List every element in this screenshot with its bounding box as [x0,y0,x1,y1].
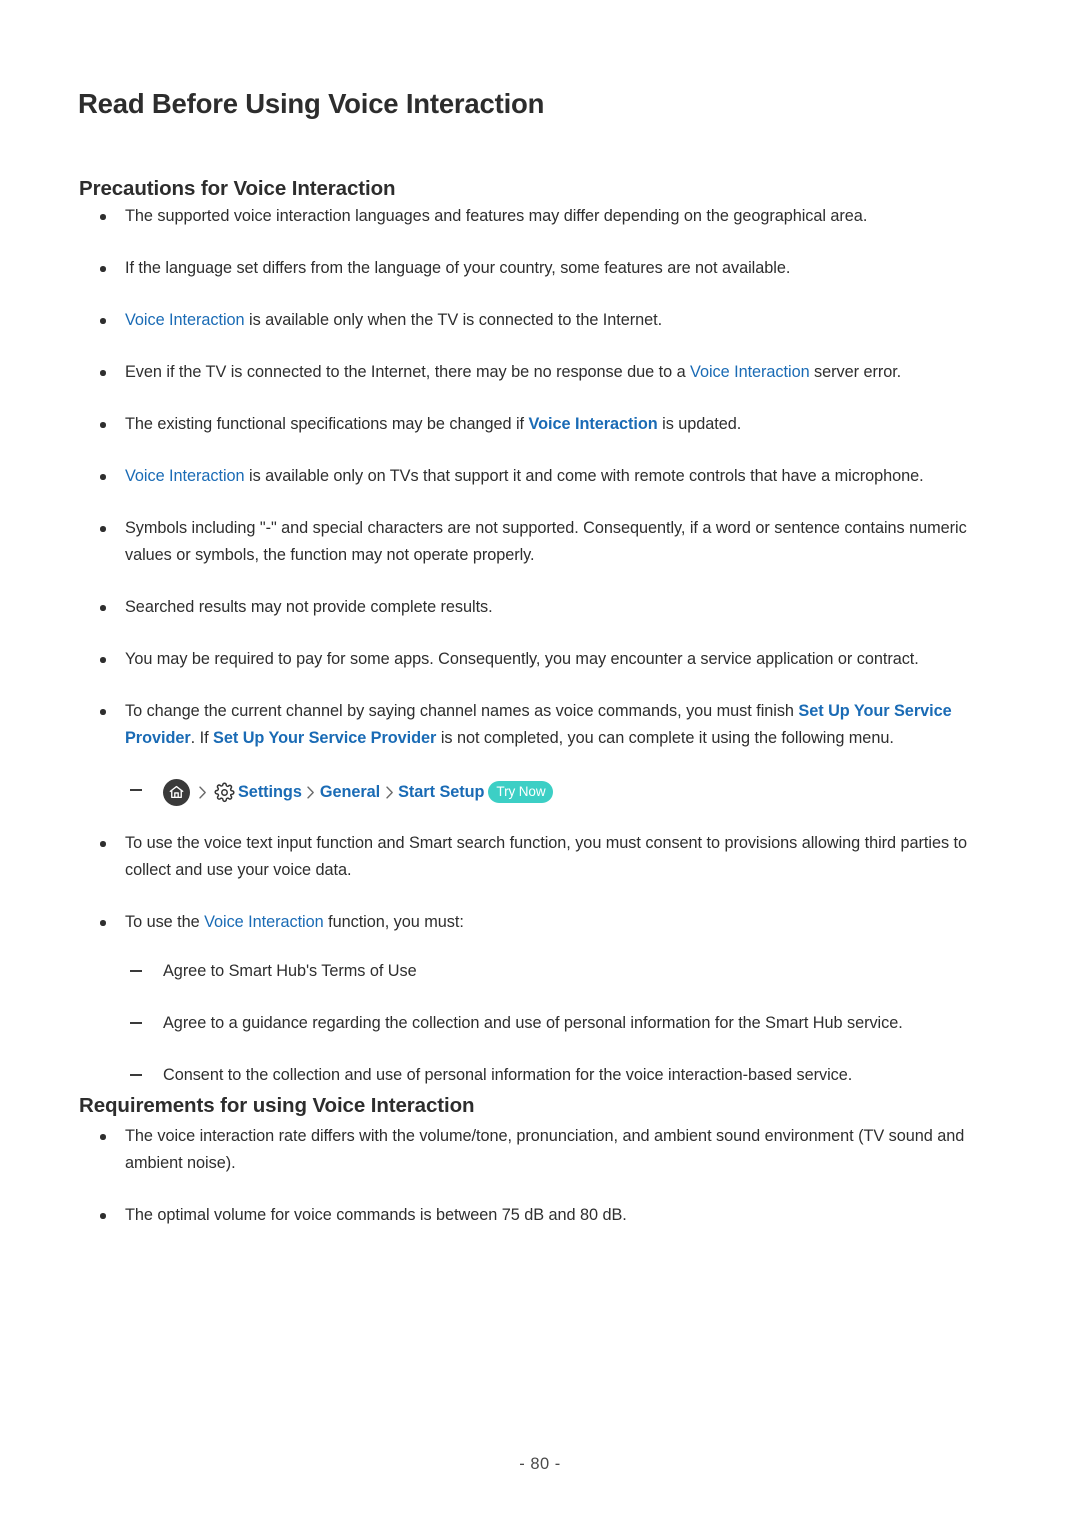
sub-item-text: Consent to the collection and use of per… [163,1066,853,1084]
list-item-text: The supported voice interaction language… [125,207,868,225]
try-now-badge[interactable]: Try Now [488,781,554,803]
gear-icon[interactable] [213,781,235,803]
list-item: To use the Voice Interaction function, y… [78,909,994,936]
section-heading-requirements: Requirements for using Voice Interaction [79,1094,475,1117]
bullet-dot-icon [100,841,106,847]
bullet-dot-icon [100,474,106,480]
section-heading-precautions: Precautions for Voice Interaction [79,177,396,200]
list-item-text: If the language set differs from the lan… [125,259,791,277]
list-item: The voice interaction rate differs with … [78,1123,994,1177]
list-item: Searched results may not provide complet… [78,594,994,621]
voice-interaction-link[interactable]: Voice Interaction [204,913,324,931]
bullet-dot-icon [100,370,106,376]
list-item-text: Symbols including "-" and special charac… [125,519,967,564]
list-item: Consent to the collection and use of per… [78,1062,994,1089]
sub-item-text: Agree to a guidance regarding the collec… [163,1014,903,1032]
chevron-right-icon [193,781,211,803]
list-item: The optimal volume for voice commands is… [78,1202,994,1229]
list-item-text: You may be required to pay for some apps… [125,650,919,668]
list-item: Even if the TV is connected to the Inter… [78,359,994,386]
chevron-right-icon [380,781,398,803]
chevron-right-icon [302,781,320,803]
bullet-dot-icon [100,605,106,611]
list-item-text: server error. [809,363,902,381]
list-item: If the language set differs from the lan… [78,255,994,282]
list-item-text: The existing functional specifications m… [125,415,529,433]
precautions-bullet-list: The supported voice interaction language… [78,203,994,1089]
list-item-text: The optimal volume for voice commands is… [125,1206,627,1224]
list-item: The supported voice interaction language… [78,203,994,230]
bullet-dot-icon [100,709,106,715]
list-item: Symbols including "-" and special charac… [78,515,994,569]
list-item: To use the voice text input function and… [78,830,994,884]
list-item-text: is available only when the TV is connect… [244,311,663,329]
list-item: You may be required to pay for some apps… [78,646,994,673]
sub-item-text: Agree to Smart Hub's Terms of Use [163,962,417,980]
list-item-text: Even if the TV is connected to the Inter… [125,363,691,381]
bullet-dot-icon [100,920,106,926]
document-page: Read Before Using Voice Interaction Prec… [0,0,1080,1527]
requirements-bullet-list: The voice interaction rate differs with … [78,1123,994,1229]
list-item-text: . If [190,729,214,747]
list-item-text: To use the voice text input function and… [125,834,967,879]
menu-item-settings[interactable]: Settings [238,777,302,807]
dash-marker-icon [130,789,142,791]
list-item-text: is available only on TVs that support it… [244,467,924,485]
list-item-text: Searched results may not provide complet… [125,598,493,616]
list-item-text: To change the current channel by saying … [125,702,799,720]
set-up-service-provider-link[interactable]: Set Up Your Service Provider [213,729,436,747]
menu-item-general[interactable]: General [320,777,380,807]
bullet-dot-icon [100,318,106,324]
bullet-dot-icon [100,422,106,428]
dash-marker-icon [130,1074,142,1076]
voice-interaction-link[interactable]: Voice Interaction [690,363,810,381]
menu-path-breadcrumb: Settings General Start Setup Try Now [78,777,994,807]
list-item-text: is not completed, you can complete it us… [436,729,894,747]
dash-marker-icon [130,970,142,972]
voice-interaction-link[interactable]: Voice Interaction [529,415,658,433]
list-item: Agree to a guidance regarding the collec… [78,1010,994,1037]
bullet-dot-icon [100,1213,106,1219]
voice-interaction-link[interactable]: Voice Interaction [125,311,245,329]
list-item-text: function, you must: [323,913,464,931]
page-number: - 80 - [519,1455,561,1473]
list-item-text: is updated. [657,415,742,433]
list-item: Agree to Smart Hub's Terms of Use [78,958,994,985]
list-item: The existing functional specifications m… [78,411,994,438]
menu-item-start-setup[interactable]: Start Setup [398,777,484,807]
list-item: To change the current channel by saying … [78,698,994,752]
voice-interaction-link[interactable]: Voice Interaction [125,467,245,485]
bullet-dot-icon [100,266,106,272]
bullet-dot-icon [100,657,106,663]
dash-marker-icon [130,1022,142,1024]
list-item-text: The voice interaction rate differs with … [125,1127,965,1172]
bullet-dot-icon [100,1134,106,1140]
home-icon[interactable] [163,778,190,806]
list-item-text: To use the [125,913,205,931]
list-item: Voice Interaction is available only on T… [78,463,994,490]
page-title: Read Before Using Voice Interaction [78,88,545,120]
bullet-dot-icon [100,526,106,532]
bullet-dot-icon [100,214,106,220]
list-item: Voice Interaction is available only when… [78,307,994,334]
